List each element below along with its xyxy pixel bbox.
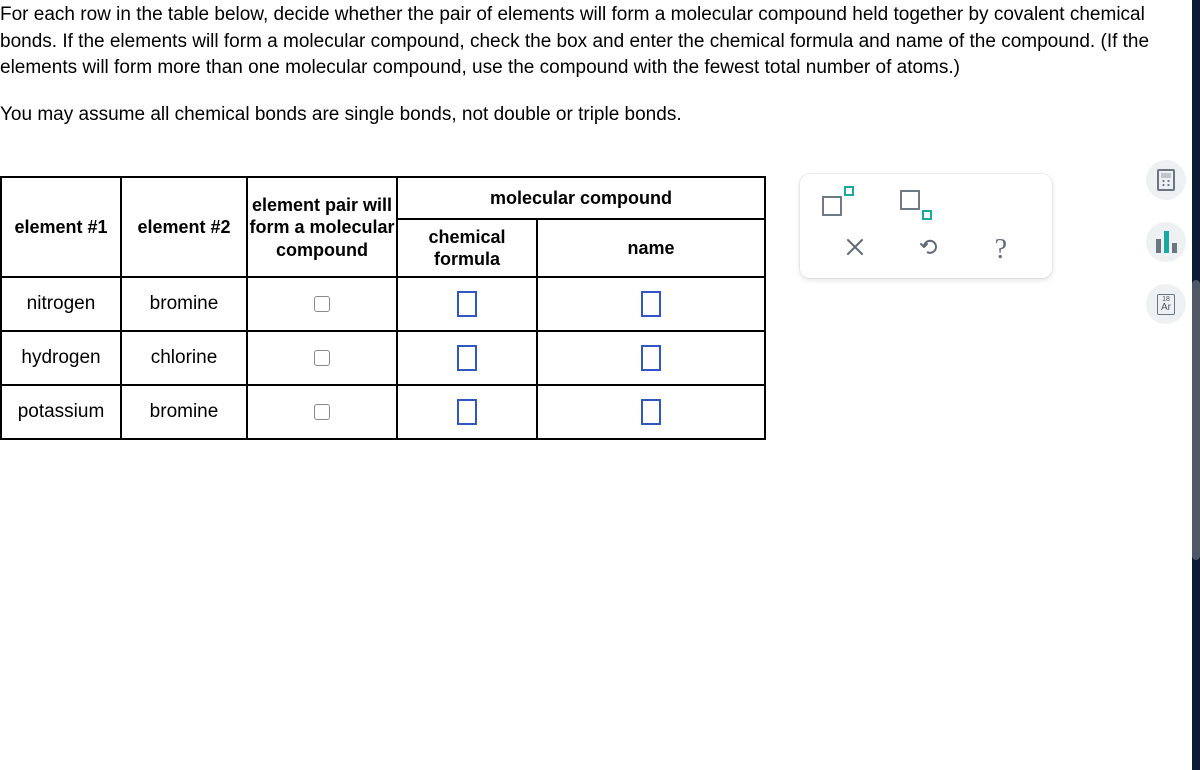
clear-button[interactable] [845,237,865,263]
input-compound-name[interactable] [641,291,661,317]
checkbox-forms-compound[interactable] [314,404,330,420]
input-chemical-formula[interactable] [457,291,477,317]
input-compound-name[interactable] [641,399,661,425]
cell-element-1: potassium [1,385,121,439]
vertical-scrollbar-thumb[interactable] [1192,280,1200,560]
checkbox-forms-compound[interactable] [314,296,330,312]
table-row: potassium bromine [1,385,765,439]
input-compound-name[interactable] [641,345,661,371]
help-button[interactable]: ? [995,234,1007,266]
answer-toolbar: ? [800,174,1052,278]
bar-chart-icon [1156,231,1177,253]
periodic-table-button[interactable]: 18 Ar [1146,284,1186,324]
element-tile-icon: 18 Ar [1157,294,1175,315]
cell-element-2: chlorine [121,331,247,385]
table-row: nitrogen bromine [1,277,765,331]
calculator-icon [1157,169,1175,191]
header-pair-will-form: element pair will form a molecular compo… [247,177,397,277]
instructions-paragraph-1: For each row in the table below, decide … [0,0,1200,82]
header-element-1: element #1 [1,177,121,277]
header-name: name [537,219,765,277]
cell-element-1: hydrogen [1,331,121,385]
cell-element-1: nitrogen [1,277,121,331]
header-molecular-compound: molecular compound [397,177,765,219]
superscript-button[interactable] [822,190,852,216]
undo-button[interactable] [919,236,941,264]
table-row: hydrogen chlorine [1,331,765,385]
elements-table: element #1 element #2 element pair will … [0,176,766,440]
input-chemical-formula[interactable] [457,345,477,371]
instructions-paragraph-2: You may assume all chemical bonds are si… [0,100,1200,129]
statistics-button[interactable] [1146,222,1186,262]
cell-element-2: bromine [121,277,247,331]
header-chemical-formula: chemical formula [397,219,537,277]
checkbox-forms-compound[interactable] [314,350,330,366]
input-chemical-formula[interactable] [457,399,477,425]
side-tools: 18 Ar [1146,160,1186,324]
header-element-2: element #2 [121,177,247,277]
calculator-button[interactable] [1146,160,1186,200]
subscript-button[interactable] [900,190,930,216]
cell-element-2: bromine [121,385,247,439]
